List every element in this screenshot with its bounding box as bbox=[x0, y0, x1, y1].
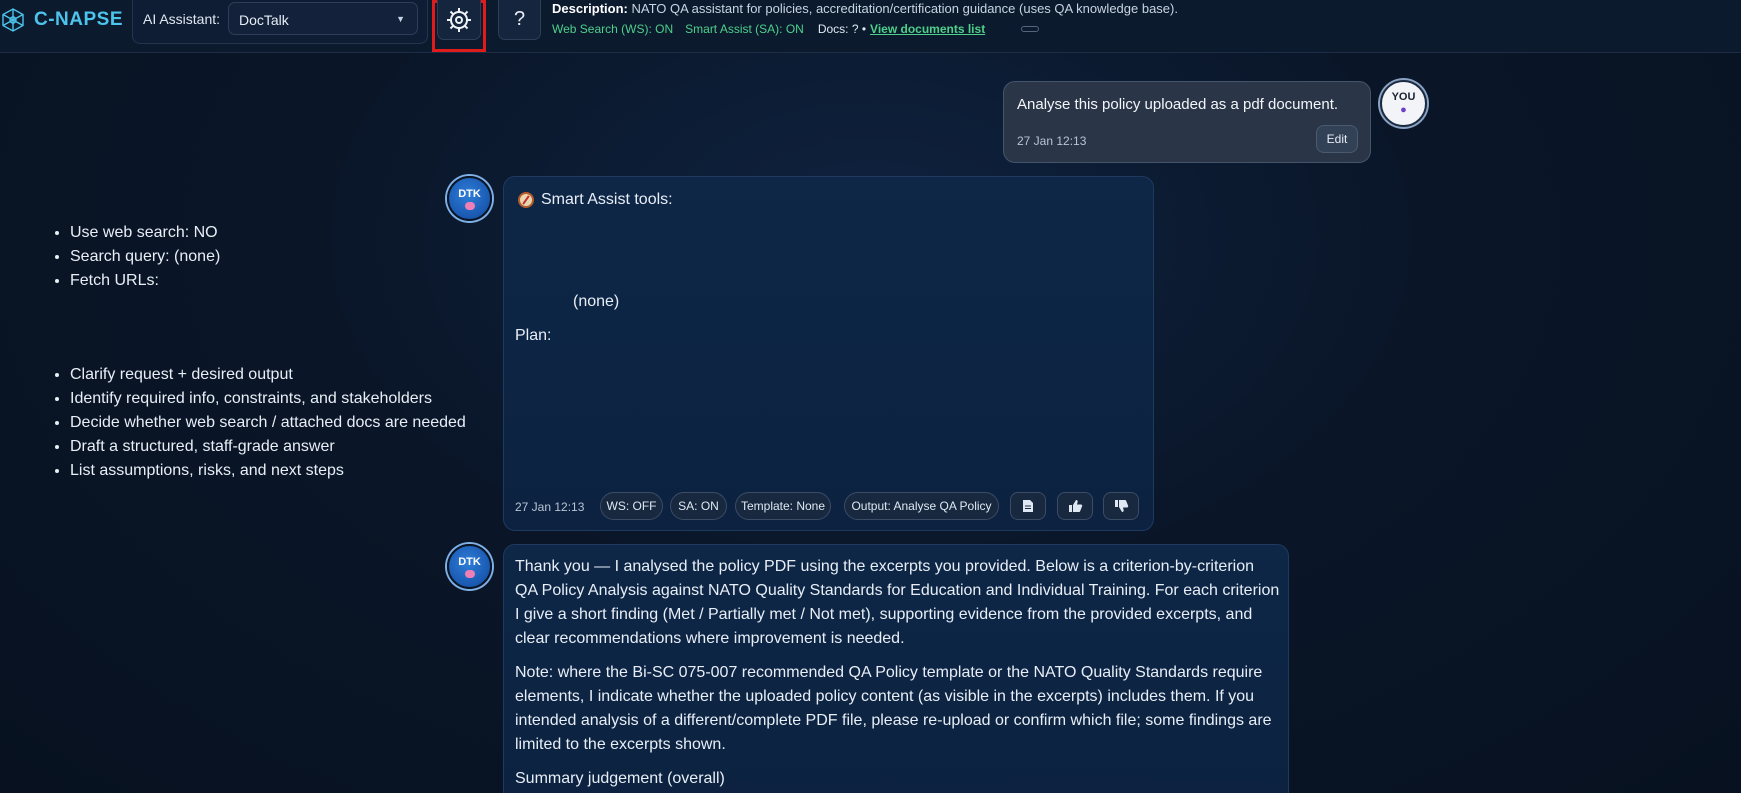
smart-assist-title-text: Smart Assist tools: bbox=[541, 191, 673, 208]
output-chip[interactable]: Output: Analyse QA Policy bbox=[844, 492, 999, 520]
brain-icon bbox=[464, 201, 475, 210]
list-item: Draft a structured, staff-grade answer bbox=[70, 435, 466, 459]
description-label: Description: bbox=[552, 1, 628, 16]
assistant-description: Description: NATO QA assistant for polic… bbox=[552, 1, 1178, 16]
list-item: Search query: (none) bbox=[70, 245, 220, 269]
assistant-select[interactable]: DocTalk ▼ bbox=[228, 2, 418, 35]
tools-list: Use web search: NO Search query: (none) … bbox=[70, 221, 220, 293]
view-document-button[interactable] bbox=[1010, 492, 1046, 520]
thumbs-down-button[interactable] bbox=[1103, 492, 1139, 520]
document-icon bbox=[1023, 500, 1033, 512]
edit-button[interactable]: Edit bbox=[1316, 125, 1358, 153]
settings-button[interactable] bbox=[437, 0, 481, 40]
thumbs-up-button[interactable] bbox=[1057, 492, 1093, 520]
user-avatar-label: YOU bbox=[1391, 91, 1416, 103]
summary-judgement-heading: Summary judgement (overall) bbox=[515, 770, 725, 787]
thumbs-down-icon bbox=[1114, 500, 1128, 512]
list-item: Clarify request + desired output bbox=[70, 363, 466, 387]
assistant-selector-group: AI Assistant: DocTalk ▼ bbox=[132, 0, 428, 44]
top-bar: C-NAPSE AI Assistant: DocTalk ▼ ? Descri… bbox=[0, 0, 1741, 53]
assistant-select-value: DocTalk bbox=[239, 12, 289, 28]
assistant-avatar-label: DTK bbox=[458, 187, 481, 200]
brand-name: C-NAPSE bbox=[34, 9, 124, 30]
user-message-text: Analyse this policy uploaded as a pdf do… bbox=[1017, 96, 1339, 113]
assistant-avatar: DTK bbox=[447, 544, 492, 589]
analysis-note-paragraph: Note: where the Bi-SC 075-007 recommende… bbox=[515, 664, 1272, 753]
analysis-intro-paragraph: Thank you — I analysed the policy PDF us… bbox=[515, 558, 1280, 647]
help-button[interactable]: ? bbox=[498, 0, 541, 40]
web-search-status: Web Search (WS): ON bbox=[552, 22, 674, 36]
status-line: Web Search (WS): ON Smart Assist (SA): O… bbox=[552, 22, 1040, 36]
ws-chip[interactable]: WS: OFF bbox=[600, 492, 663, 520]
brand[interactable]: C-NAPSE bbox=[0, 8, 123, 32]
smart-assist-title: Smart Assist tools: bbox=[518, 191, 673, 209]
chevron-down-icon: ▼ bbox=[396, 14, 405, 24]
template-chip[interactable]: Template: None bbox=[735, 492, 831, 520]
list-item: Fetch URLs: bbox=[70, 269, 220, 293]
list-item: List assumptions, risks, and next steps bbox=[70, 459, 466, 483]
network-logo-icon bbox=[2, 8, 24, 32]
fetch-urls-value: (none) bbox=[573, 293, 620, 310]
assistant-label: AI Assistant: bbox=[143, 11, 221, 27]
description-text: NATO QA assistant for policies, accredit… bbox=[631, 1, 1178, 16]
gear-icon bbox=[447, 7, 471, 32]
list-item: Decide whether web search / attached doc… bbox=[70, 411, 466, 435]
smart-assist-status: Smart Assist (SA): ON bbox=[685, 22, 804, 36]
plan-label: Plan: bbox=[515, 327, 552, 344]
assistant-message-smart-assist: Smart Assist tools: bbox=[503, 176, 1154, 531]
assistant-avatar-label: DTK bbox=[458, 555, 481, 568]
status-toggle[interactable] bbox=[1021, 26, 1040, 32]
user-message-time: 27 Jan 12:13 bbox=[1017, 134, 1087, 148]
assistant-avatar: DTK bbox=[447, 176, 492, 221]
list-item: Identify required info, constraints, and… bbox=[70, 387, 466, 411]
user-message: Analyse this policy uploaded as a pdf do… bbox=[1003, 81, 1371, 163]
user-avatar: YOU ● bbox=[1380, 80, 1427, 127]
person-icon: ● bbox=[1400, 104, 1407, 116]
docs-status: Docs: ? • bbox=[817, 22, 867, 36]
help-icon: ? bbox=[513, 8, 526, 30]
view-documents-link[interactable]: View documents list bbox=[870, 22, 985, 36]
list-item: Use web search: NO bbox=[70, 221, 220, 245]
compass-icon bbox=[518, 192, 534, 208]
assistant-message-time: 27 Jan 12:13 bbox=[515, 500, 585, 514]
thumbs-up-icon bbox=[1068, 500, 1082, 512]
brain-icon bbox=[464, 569, 475, 578]
sa-chip[interactable]: SA: ON bbox=[670, 492, 727, 520]
plan-list: Clarify request + desired output Identif… bbox=[70, 363, 466, 483]
